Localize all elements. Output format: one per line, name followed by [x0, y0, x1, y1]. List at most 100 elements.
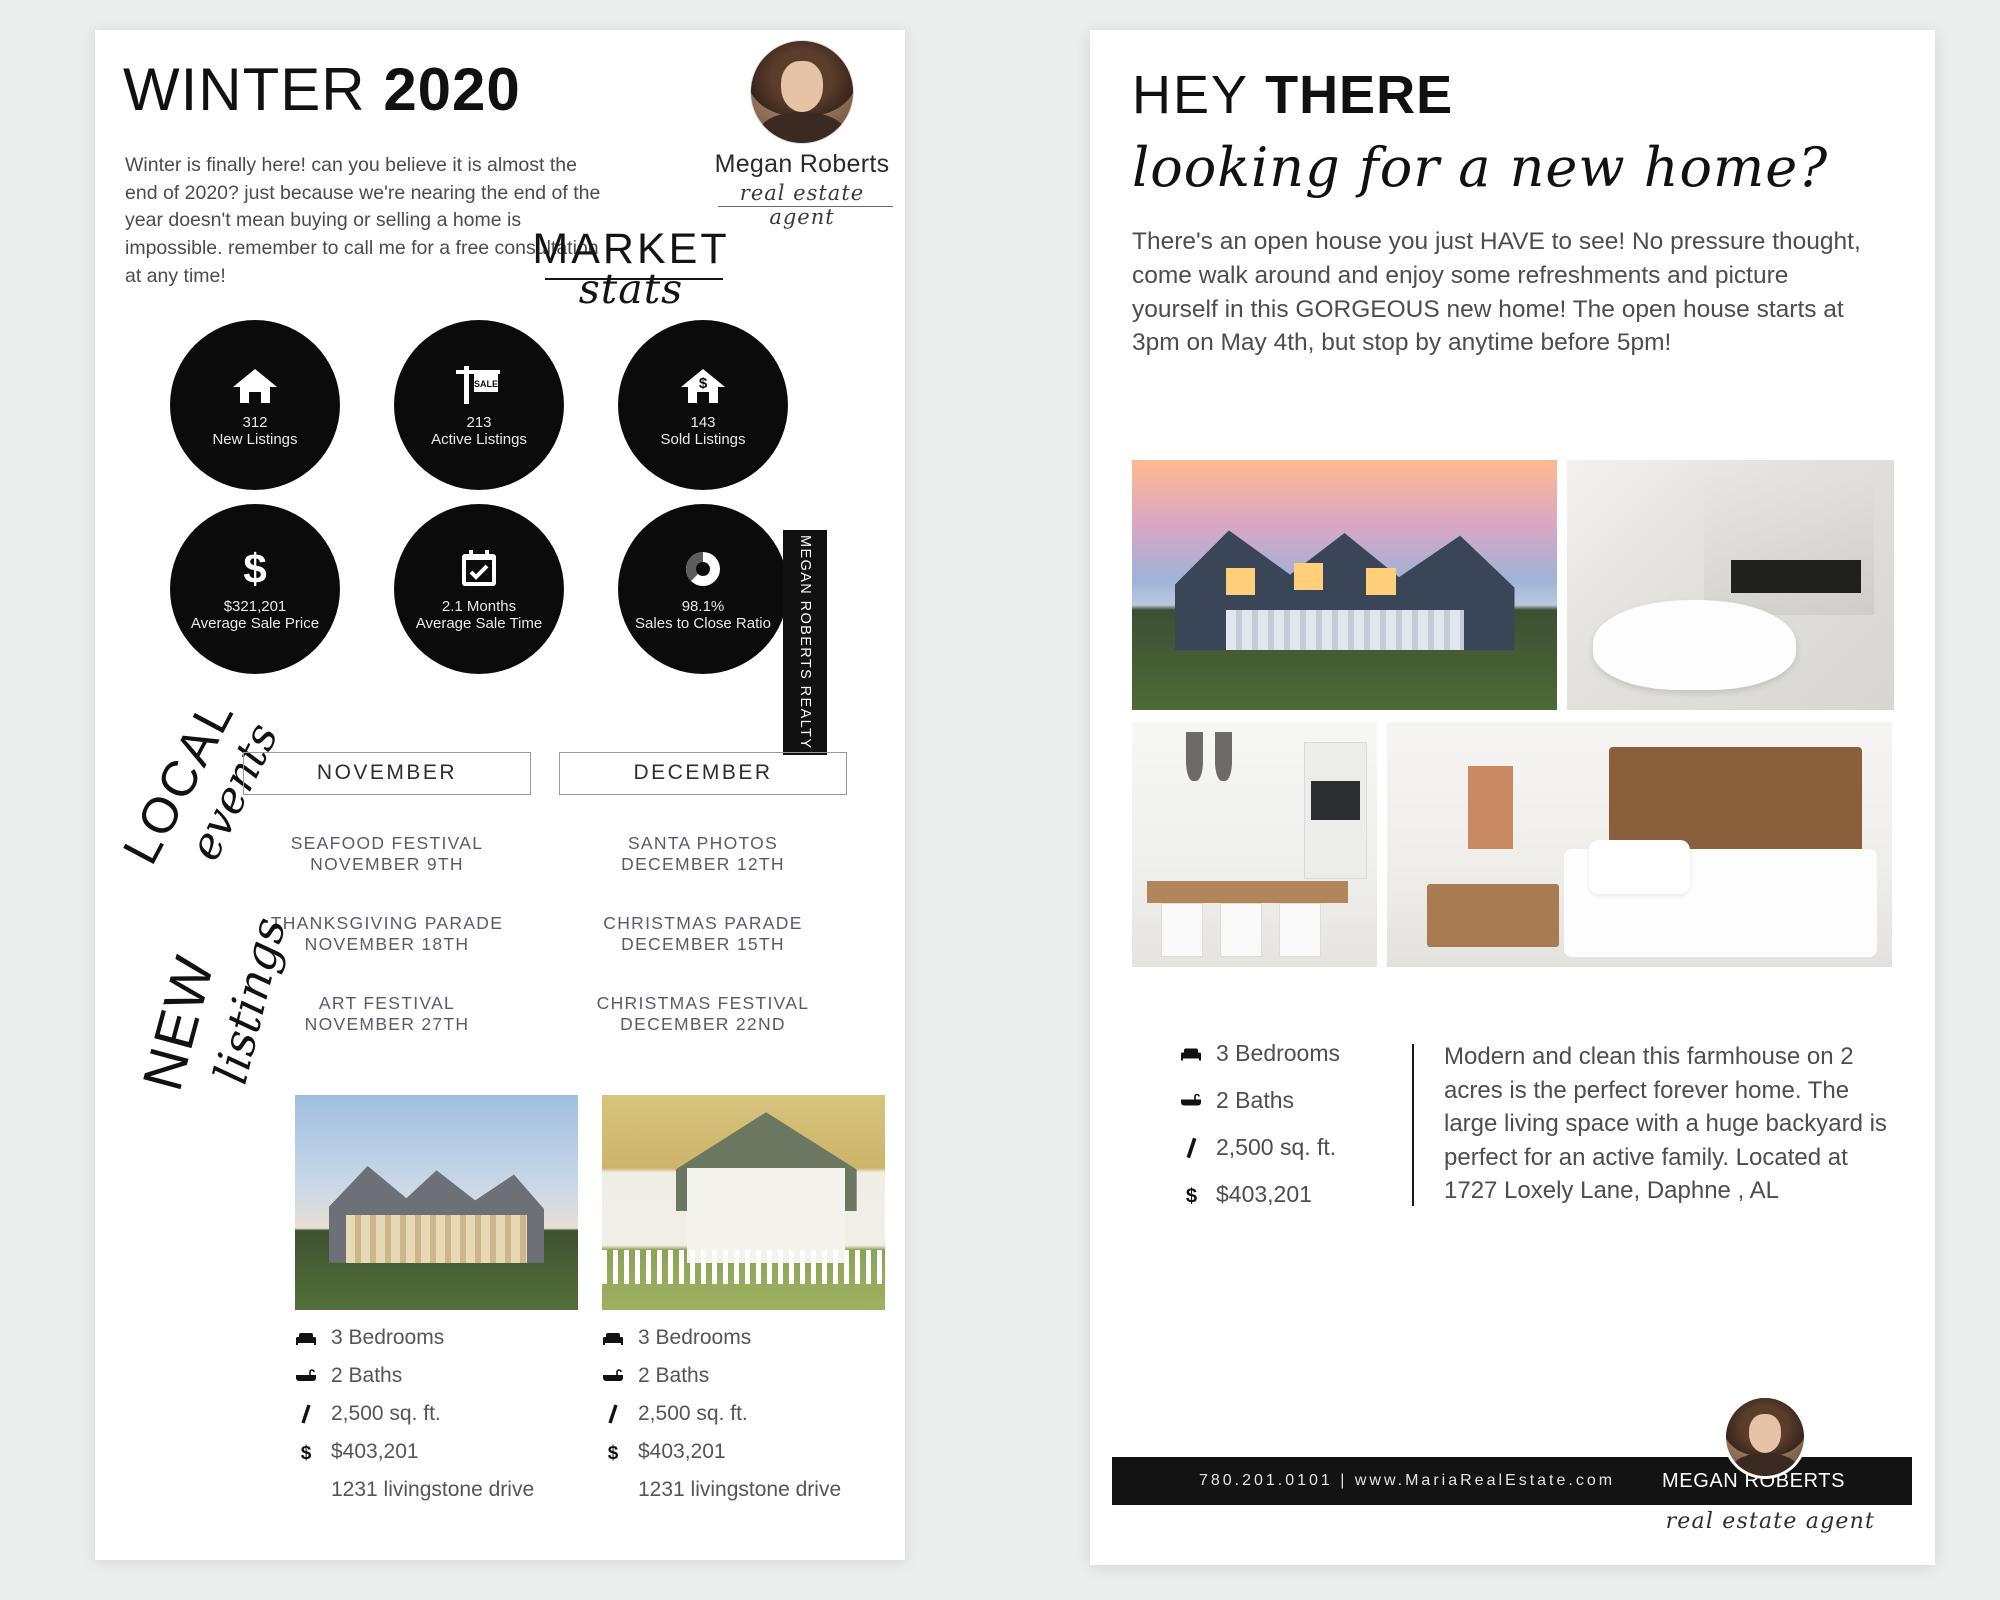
stat-label: Active Listings [431, 431, 527, 448]
event-date: DECEMBER 15TH [621, 934, 785, 954]
svg-text:$: $ [243, 547, 266, 591]
fireplace-shape [1730, 560, 1862, 593]
event-date: DECEMBER 12TH [621, 854, 785, 874]
stats-script-word: stats [544, 265, 724, 313]
nightstand-shape [1427, 883, 1559, 948]
footer-contact[interactable]: 780.201.0101 | www.MariaRealEstate.com [1112, 1472, 1662, 1490]
market-stats-heading: MARKET stats [501, 225, 761, 313]
featured-property-details: 3 Bedrooms 2 Baths 2,500 sq. ft. $ $403,… [1132, 1040, 1892, 1228]
spec-bedrooms: 3 Bedrooms [1180, 1040, 1412, 1067]
list-item: CHRISTMAS FESTIVAL DECEMBER 22ND [559, 993, 847, 1035]
newsletter-spread: WINTER 2020 Winter is finally here! can … [0, 0, 2000, 1600]
area-slash-icon [602, 1404, 624, 1424]
bathtub-icon [602, 1369, 624, 1383]
house-icon [227, 361, 283, 409]
bed-icon [1180, 1045, 1202, 1062]
counter-shape [1146, 881, 1348, 904]
stat-new-listings: 312 New Listings [170, 320, 340, 490]
event-name: CHRISTMAS PARADE [603, 913, 803, 933]
svg-text:$: $ [699, 375, 708, 392]
listing-card[interactable]: 3 Bedrooms 2 Baths 2,500 sq. ft. $ $403,… [295, 1095, 578, 1502]
agent-role: real estate agent [707, 181, 897, 229]
list-item: SEAFOOD FESTIVAL NOVEMBER 9TH [243, 833, 531, 875]
bathtub-icon [1180, 1093, 1202, 1108]
window-shape [1225, 567, 1256, 595]
spec-value: 3 Bedrooms [331, 1326, 445, 1349]
agent-name: Megan Roberts [714, 150, 890, 178]
spec-value: $403,201 [331, 1440, 419, 1463]
spec-sqft: 2,500 sq. ft. [1180, 1134, 1412, 1161]
stat-label: Sold Listings [660, 431, 746, 448]
event-date: DECEMBER 22ND [620, 1014, 786, 1034]
season-label: WINTER [123, 56, 366, 123]
event-name: ART FESTIVAL [318, 993, 456, 1013]
pendant-light-shape [1215, 731, 1233, 781]
bathtub-shape [1593, 600, 1796, 690]
left-page: WINTER 2020 Winter is finally here! can … [95, 30, 905, 1560]
dollar-icon: $ [295, 1442, 317, 1462]
spec-value: 2,500 sq. ft. [1216, 1134, 1337, 1160]
spec-value: 2,500 sq. ft. [331, 1402, 441, 1425]
local-events-columns: NOVEMBER SEAFOOD FESTIVAL NOVEMBER 9TH T… [243, 752, 863, 1035]
svg-text:$: $ [1185, 1185, 1196, 1206]
stat-label: Average Sale Price [190, 615, 320, 632]
kitchen-photo [1132, 722, 1377, 967]
bathtub-icon [295, 1369, 317, 1383]
market-stats-grid: 312 New Listings SALE 213 Active Listing… [155, 320, 855, 674]
avatar-face-shape [1748, 1413, 1782, 1453]
stool-shape [1220, 903, 1262, 958]
window-shape [1293, 562, 1324, 590]
stat-value: 213 [466, 414, 492, 432]
avatar-shoulders-shape [759, 112, 845, 143]
spec-baths: 2 Baths [602, 1364, 885, 1388]
marble-wall-shape [1704, 475, 1875, 615]
listing-card[interactable]: 3 Bedrooms 2 Baths 2,500 sq. ft. $ $403,… [602, 1095, 885, 1502]
spec-bedrooms: 3 Bedrooms [295, 1326, 578, 1350]
event-date: NOVEMBER 9TH [310, 854, 464, 874]
listing-address: 1231 livingstone drive [638, 1478, 842, 1501]
bedroom-photo [1387, 722, 1892, 967]
spec-value: 2 Baths [1216, 1087, 1294, 1113]
spec-sqft: 2,500 sq. ft. [295, 1402, 578, 1426]
property-description: Modern and clean this farmhouse on 2 acr… [1444, 1043, 1887, 1205]
dollar-icon: $ [1180, 1184, 1202, 1206]
svg-text:$: $ [608, 1443, 619, 1462]
year-label: 2020 [383, 56, 521, 123]
vertical-divider [1412, 1044, 1414, 1206]
photo-row-bottom [1132, 722, 1894, 967]
script-subtitle: looking for a new home? [1132, 136, 1829, 199]
stat-average-sale-price: $ $321,201 Average Sale Price [170, 504, 340, 674]
cottage-exterior-photo [602, 1095, 885, 1310]
stat-average-sale-time: 2.1 Months Average Sale Time [394, 504, 564, 674]
listing-address: 1231 livingstone drive [331, 1478, 535, 1501]
property-photo-grid [1132, 460, 1894, 967]
agent-signature-block: Megan Roberts real estate agent [707, 40, 897, 229]
spec-price: $ $403,201 [602, 1440, 885, 1464]
realty-tab-label: MEGAN ROBERTS REALTY [797, 535, 813, 750]
avatar [750, 40, 854, 144]
dollar-icon: $ [227, 545, 283, 593]
list-item: CHRISTMAS PARADE DECEMBER 15TH [559, 913, 847, 955]
open-house-paragraph: There's an open house you just HAVE to s… [1132, 228, 1861, 357]
donut-chart-icon [675, 545, 731, 593]
stat-active-listings: SALE 213 Active Listings [394, 320, 564, 490]
events-column-december: DECEMBER SANTA PHOTOS DECEMBER 12TH CHRI… [559, 752, 847, 1035]
event-date: NOVEMBER 27TH [304, 1014, 470, 1034]
dollar-icon: $ [602, 1442, 624, 1462]
stat-value: $321,201 [223, 598, 287, 616]
svg-text:SALE: SALE [474, 379, 498, 389]
bathroom-photo [1567, 460, 1894, 710]
spec-value: $403,201 [1216, 1181, 1312, 1207]
greeting-title: HEY THERE [1132, 64, 1892, 126]
pendant-light-shape [1185, 731, 1204, 781]
stool-shape [1279, 903, 1321, 958]
svg-text:$: $ [301, 1443, 312, 1462]
spec-price: $ $403,201 [1180, 1181, 1412, 1208]
garage-door-shape [1225, 610, 1464, 650]
new-listings-cards: 3 Bedrooms 2 Baths 2,500 sq. ft. $ $403,… [295, 1095, 885, 1502]
list-item: ART FESTIVAL NOVEMBER 27TH [243, 993, 531, 1035]
spec-value: 3 Bedrooms [638, 1326, 752, 1349]
stat-label: Average Sale Time [415, 615, 543, 632]
spec-value: 2 Baths [331, 1364, 403, 1387]
stat-label: Sales to Close Ratio [635, 615, 771, 632]
